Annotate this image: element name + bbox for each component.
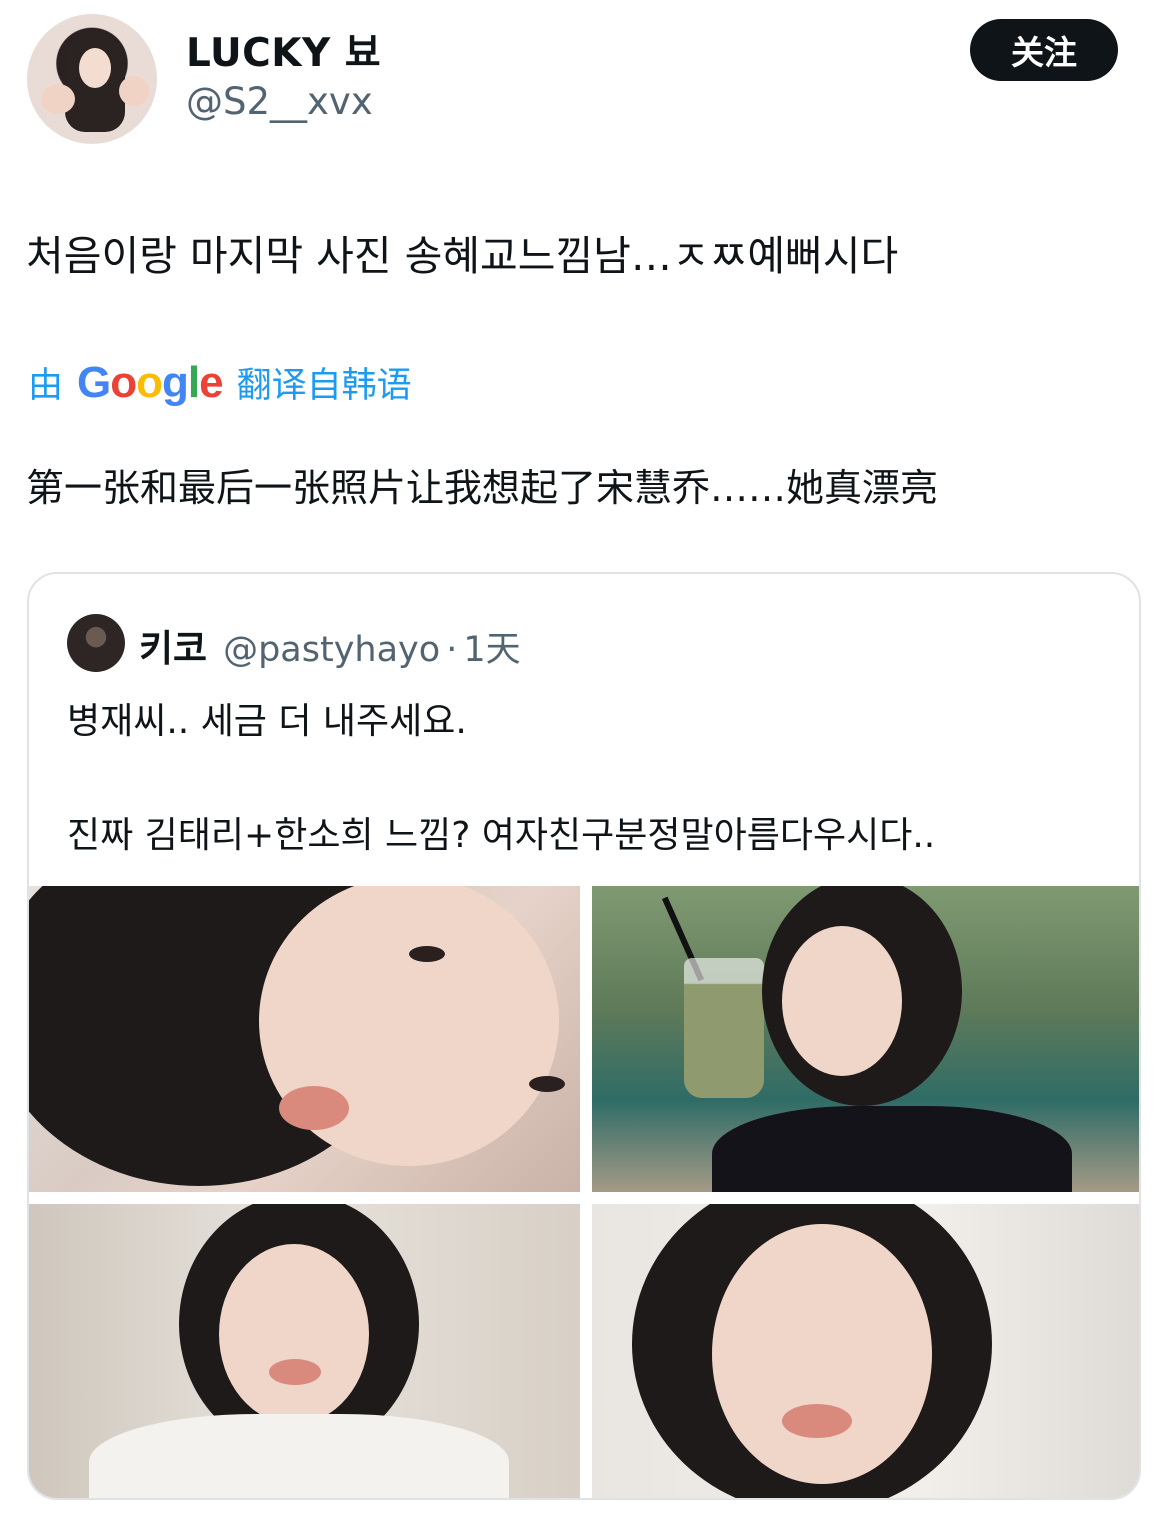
photo-4-lips <box>782 1404 852 1438</box>
quoted-tweet-header: 키코 @pastyhayo · 1天 <box>139 618 521 672</box>
quoted-photo-4[interactable] <box>592 1204 1139 1498</box>
follow-button[interactable]: 关注 <box>970 19 1118 81</box>
photo-1-eye <box>529 1076 565 1092</box>
photo-3-shirt <box>89 1414 509 1498</box>
translated-by-prefix: 由 <box>28 366 64 406</box>
quoted-tweet-text-line1: 병재씨.. 세금 더 내주세요. <box>67 701 467 742</box>
photo-4-face <box>712 1224 932 1484</box>
author-avatar[interactable] <box>27 14 157 144</box>
photo-2-cup <box>684 958 764 1098</box>
translated-by-suffix: 翻译自韩语 <box>236 366 412 406</box>
quoted-photo-2[interactable] <box>592 886 1139 1192</box>
google-logo: Google <box>77 357 224 407</box>
quoted-photo-3[interactable] <box>29 1204 580 1498</box>
author-display-name[interactable]: LUCKY 뵤 <box>186 22 381 78</box>
photo-3-face <box>219 1244 369 1424</box>
translated-text: 第一张和最后一张照片让我想起了宋慧乔……她真漂亮 <box>26 466 939 510</box>
author-handle[interactable]: @S2__xvx <box>186 80 373 123</box>
photo-2-shirt <box>712 1106 1072 1192</box>
tweet-text: 처음이랑 마지막 사진 송혜교느낌남…ㅈㅉ예뻐시다 <box>26 232 899 280</box>
photo-3-lips <box>269 1359 321 1385</box>
quoted-tweet-card[interactable]: 키코 @pastyhayo · 1天 병재씨.. 세금 더 내주세요. 진짜 김… <box>27 572 1141 1500</box>
photo-1-lips <box>279 1086 349 1130</box>
photo-1-eye <box>409 946 445 962</box>
translated-by-link[interactable]: 由 Google 翻译自韩语 <box>28 357 412 408</box>
avatar-hand-left <box>41 84 75 114</box>
quoted-tweet-time[interactable]: 1天 <box>463 621 520 672</box>
avatar-hand-right <box>119 76 149 106</box>
header-separator: · <box>446 630 458 670</box>
photo-2-face <box>782 926 902 1076</box>
quoted-author-name[interactable]: 키코 <box>139 618 207 672</box>
avatar-face <box>79 48 111 88</box>
quoted-tweet-text-line2: 진짜 김태리+한소희 느낌? 여자친구분정말아름다우시다.. <box>67 815 936 856</box>
quoted-author-avatar[interactable] <box>67 614 125 672</box>
quoted-author-handle[interactable]: @pastyhayo <box>223 630 440 670</box>
quoted-photo-1[interactable] <box>29 886 580 1192</box>
